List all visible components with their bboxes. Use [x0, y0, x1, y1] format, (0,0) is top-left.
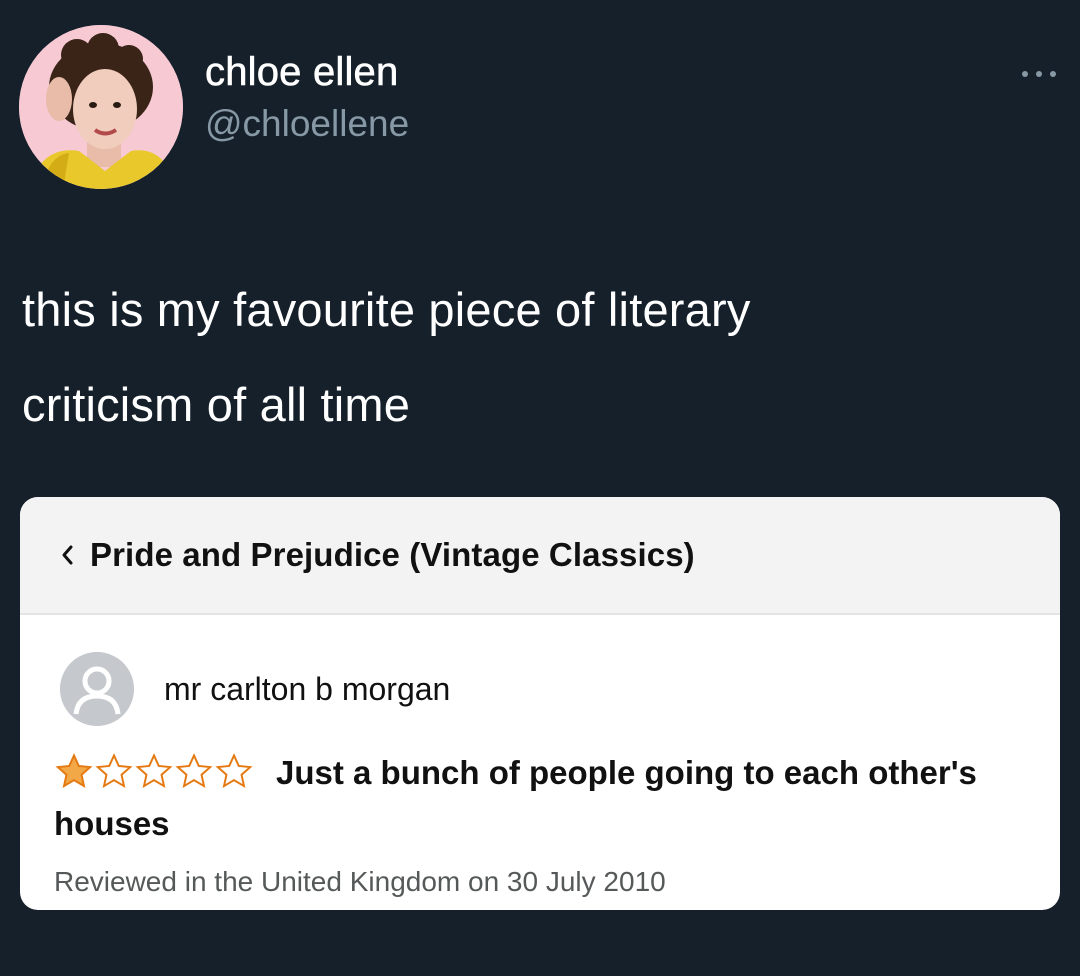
book-title[interactable]: Pride and Prejudice (Vintage Classics)	[90, 536, 695, 574]
tweet: chloe ellen @chloellene this is my favou…	[0, 0, 1080, 976]
more-horizontal-icon[interactable]	[1022, 68, 1056, 80]
default-user-icon	[60, 652, 134, 726]
star-icon	[175, 753, 213, 789]
star-rating	[54, 753, 254, 789]
review-date: Reviewed in the United Kingdom on 30 Jul…	[54, 866, 666, 897]
star-icon	[135, 753, 173, 789]
user-info: chloe ellen @chloellene	[205, 50, 409, 145]
tweet-text: this is my favourite piece of literary c…	[22, 262, 1052, 452]
tweet-text-line: criticism of all time	[22, 378, 411, 431]
display-name[interactable]: chloe ellen	[205, 50, 409, 95]
star-icon	[55, 753, 93, 789]
review-card-header: Pride and Prejudice (Vintage Classics)	[20, 497, 1060, 615]
chevron-left-icon[interactable]	[54, 542, 80, 568]
star-icon	[95, 753, 133, 789]
reviewer: mr carlton b morgan	[60, 652, 450, 726]
star-icon	[215, 753, 253, 789]
review-headline: Just a bunch of people going to each oth…	[54, 747, 1014, 849]
user-handle[interactable]: @chloellene	[205, 103, 409, 145]
reviewer-name[interactable]: mr carlton b morgan	[164, 671, 450, 708]
tweet-text-line: this is my favourite piece of literary	[22, 283, 751, 336]
profile-avatar[interactable]	[19, 25, 183, 189]
review-screenshot-card[interactable]: Pride and Prejudice (Vintage Classics) m…	[20, 497, 1060, 910]
